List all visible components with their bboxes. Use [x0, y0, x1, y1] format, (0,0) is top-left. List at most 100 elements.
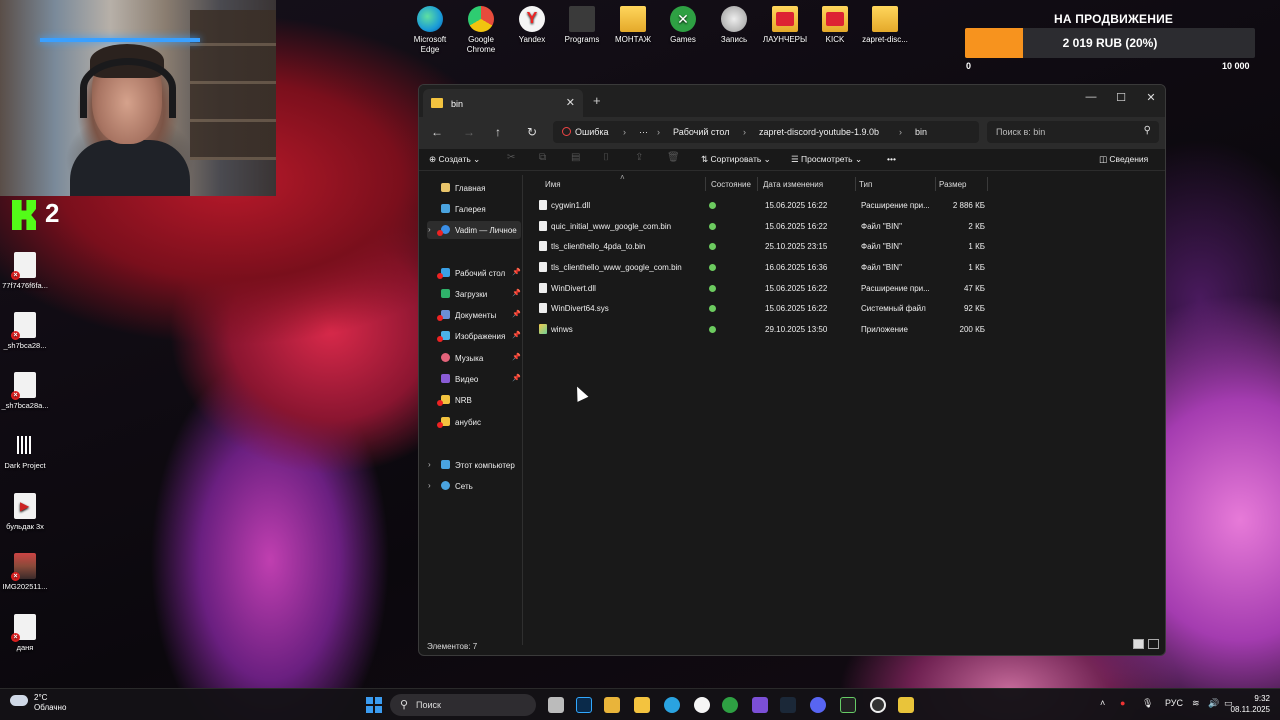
shortcut-montazh[interactable]: МОНТАЖ [608, 6, 658, 45]
breadcrumb-ellipsis[interactable]: ··· [639, 127, 648, 137]
winws-app-icon[interactable] [898, 697, 914, 713]
sidebar-item-network[interactable]: › Сеть [427, 477, 521, 495]
column-divider[interactable] [935, 177, 936, 191]
shortcut-chrome[interactable]: Google Chrome [456, 6, 506, 55]
sidebar-item-home[interactable]: Главная [427, 179, 521, 197]
xbox-icon[interactable] [722, 697, 738, 713]
wifi-icon[interactable]: ≋ [1192, 698, 1200, 709]
column-divider[interactable] [757, 177, 758, 191]
obs-icon[interactable] [752, 697, 768, 713]
maximize-button[interactable]: ☐ [1113, 91, 1129, 104]
table-row[interactable]: WinDivert64.sys 15.06.2025 16:22 Системный… [525, 298, 1165, 319]
chevron-right-icon[interactable]: › [428, 460, 431, 469]
table-row[interactable]: WinDivert.dll 15.06.2025 16:22 Расширение … [525, 278, 1165, 299]
sidebar-item-downloads[interactable]: Загрузки 📌 [427, 285, 521, 303]
terminal-icon[interactable] [840, 697, 856, 713]
share-icon[interactable]: ⇪ [635, 152, 643, 163]
table-row[interactable]: winws 29.10.2025 13:50 Приложение 200 КБ [525, 319, 1165, 340]
column-type[interactable]: Тип [859, 180, 872, 189]
table-row[interactable]: quic_initial_www_google_com.bin 15.06.202… [525, 216, 1165, 237]
shortcut-programs[interactable]: Programs [557, 6, 607, 45]
delete-icon[interactable]: 🗑 [667, 152, 680, 163]
refresh-icon[interactable]: ↻ [527, 125, 537, 139]
obs-studio-icon[interactable] [870, 697, 886, 713]
desktop-video-file[interactable]: бульдак 3х [0, 493, 50, 531]
tiles-view-icon[interactable] [1148, 639, 1159, 649]
breadcrumb-desktop[interactable]: Рабочий стол [673, 127, 730, 137]
sidebar-item-desktop[interactable]: Рабочий стол 📌 [427, 264, 521, 282]
minimize-button[interactable]: — [1083, 91, 1099, 103]
copy-icon[interactable]: ⧉ [539, 152, 546, 163]
sidebar-item-pictures[interactable]: Изображения 📌 [427, 327, 521, 345]
breadcrumb-error[interactable]: Ошибка [575, 127, 609, 137]
column-divider[interactable] [987, 177, 988, 191]
tray-app-icon[interactable]: ● [1120, 698, 1125, 708]
column-divider[interactable] [705, 177, 706, 191]
shortcut-launchers[interactable]: ЛАУНЧЕРЫ [760, 6, 810, 45]
shortcut-edge[interactable]: Microsoft Edge [405, 6, 455, 55]
desktop-file-7[interactable]: × даня [0, 614, 50, 652]
shortcut-kick[interactable]: KICK [810, 6, 860, 45]
column-size[interactable]: Размер [939, 180, 967, 189]
column-divider[interactable] [855, 177, 856, 191]
shortcut-yandex[interactable]: Y Yandex [507, 6, 557, 45]
breadcrumb-zapret[interactable]: zapret-discord-youtube-1.9.0b [759, 127, 879, 137]
steam-icon[interactable] [780, 697, 796, 713]
task-view-icon[interactable] [548, 697, 564, 713]
shortcut-zapret[interactable]: zapret-disc... [860, 6, 910, 45]
forward-arrow-icon[interactable]: → [463, 125, 475, 139]
details-view-icon[interactable] [1133, 639, 1144, 649]
close-tab-icon[interactable]: ✕ [566, 96, 575, 109]
sidebar-item-music[interactable]: Музыка 📌 [427, 349, 521, 367]
store-icon[interactable] [604, 697, 620, 713]
view-button[interactable]: ☰ Просмотреть ⌄ [791, 154, 862, 165]
photoshop-icon[interactable] [576, 697, 592, 713]
tab-bin[interactable]: bin ✕ [423, 89, 583, 117]
taskbar-search[interactable]: ⚲ Поиск [390, 694, 536, 716]
chevron-right-icon[interactable]: › [428, 225, 431, 234]
desktop-file-2[interactable]: × _sh7bca28... [0, 312, 50, 350]
close-window-button[interactable]: ✕ [1143, 91, 1159, 104]
column-name[interactable]: Имя [545, 180, 561, 189]
system-clock[interactable]: 9:32 08.11.2025 [1231, 693, 1270, 715]
column-status[interactable]: Состояние [711, 180, 751, 189]
shortcut-games[interactable]: ✕ Games [658, 6, 708, 45]
desktop-image-file[interactable]: × IMG202511... [0, 553, 50, 591]
paste-icon[interactable]: ▤ [571, 152, 580, 163]
sidebar-item-documents[interactable]: Документы 📌 [427, 306, 521, 324]
new-button[interactable]: ⊕ Создать ⌄ [429, 154, 480, 165]
start-button[interactable] [366, 697, 382, 713]
details-pane-button[interactable]: ◫ Сведения [1099, 154, 1148, 165]
table-row[interactable]: tls_clienthello_www_google_com.bin 16.06.… [525, 257, 1165, 278]
language-indicator[interactable]: РУС [1165, 698, 1183, 708]
sidebar-item-this-pc[interactable]: › Этот компьютер [427, 456, 521, 474]
sidebar-item-onedrive[interactable]: › Vadim — Личное [427, 221, 521, 239]
more-options-button[interactable]: ••• [887, 154, 896, 164]
telegram-icon[interactable] [664, 697, 680, 713]
desktop-file-1[interactable]: × 77f7476f6fa... [0, 252, 50, 290]
yandex-browser-icon[interactable] [694, 697, 710, 713]
cut-icon[interactable]: ✂ [507, 152, 515, 163]
desktop-app-dark-project[interactable]: Dark Project [0, 432, 50, 470]
sort-button[interactable]: ⇅ Сортировать ⌄ [701, 154, 771, 165]
back-arrow-icon[interactable]: ← [431, 125, 443, 139]
new-tab-button[interactable]: + [593, 93, 601, 108]
chevron-up-icon[interactable]: ˄ [1100, 698, 1105, 708]
sidebar-item-anubis[interactable]: анубис [427, 413, 521, 431]
file-explorer-icon[interactable] [634, 697, 650, 713]
search-input[interactable]: Поиск в: bin ⚲ [987, 121, 1159, 143]
address-bar[interactable]: Ошибка › ··· › Рабочий стол › zapret-dis… [553, 121, 979, 143]
table-row[interactable]: cygwin1.dll 15.06.2025 16:22 Расширение пр… [525, 195, 1165, 216]
breadcrumb-bin[interactable]: bin [915, 127, 927, 137]
rename-icon[interactable]: ⌷ [603, 152, 609, 163]
sidebar-item-nrb[interactable]: NRB [427, 391, 521, 409]
table-row[interactable]: tls_clienthello_4pda_to.bin 25.10.2025 23… [525, 236, 1165, 257]
discord-icon[interactable] [810, 697, 826, 713]
chevron-right-icon[interactable]: › [428, 481, 431, 490]
sidebar-item-videos[interactable]: Видео 📌 [427, 370, 521, 388]
column-date[interactable]: Дата изменения [763, 180, 823, 189]
volume-icon[interactable]: 🔊 [1208, 698, 1219, 709]
shortcut-zapis[interactable]: Запись [709, 6, 759, 45]
microphone-icon[interactable]: 🎙 [1142, 698, 1153, 709]
up-arrow-icon[interactable]: ↑ [495, 125, 501, 139]
